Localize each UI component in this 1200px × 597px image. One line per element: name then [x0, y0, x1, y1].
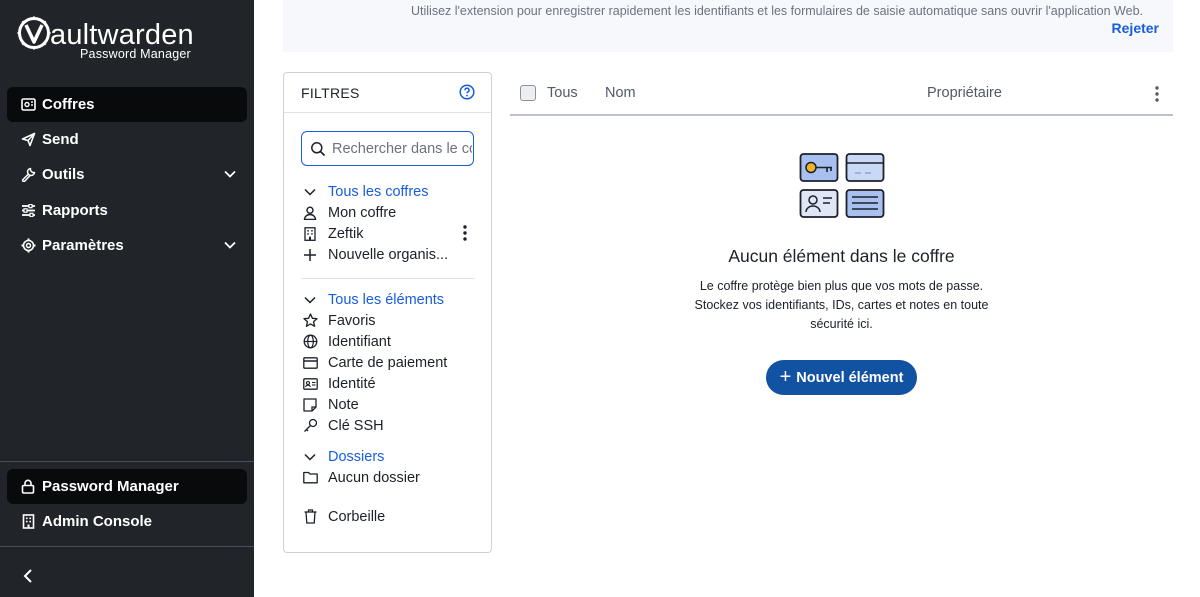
sidebar-divider: [0, 546, 254, 547]
filter-ssh-key[interactable]: Clé SSH: [302, 415, 384, 436]
filter-login[interactable]: Identifiant: [302, 331, 391, 352]
product-label: Admin Console: [42, 513, 153, 530]
extension-banner: Utilisez l'extension pour enregistrer ra…: [283, 0, 1173, 52]
nav-item-parametres[interactable]: Paramètres: [7, 228, 247, 263]
chevron-down-icon: [224, 241, 236, 249]
star-icon: [302, 313, 318, 329]
select-all-checkbox[interactable]: [520, 85, 536, 101]
nav-label: Rapports: [42, 202, 108, 219]
nav-label: Send: [42, 131, 79, 148]
filter-new-organization[interactable]: Nouvelle organis...: [302, 244, 448, 265]
banner-dismiss-button[interactable]: Rejeter: [1112, 20, 1159, 36]
product-admin-console[interactable]: Admin Console: [7, 504, 247, 539]
help-icon[interactable]: [459, 84, 475, 100]
filter-label: Tous les coffres: [328, 183, 429, 200]
nav-label: Paramètres: [42, 237, 124, 254]
empty-vault-illustration: [799, 153, 885, 218]
org-options-kebab-icon[interactable]: [461, 224, 469, 242]
sidebar-divider: [0, 461, 254, 462]
filter-label: Mon coffre: [328, 204, 397, 221]
empty-state-title: Aucun élément dans le coffre: [728, 246, 955, 266]
search-icon: [311, 141, 326, 156]
sticky-note-icon: [302, 397, 318, 413]
vault-icon: [20, 97, 36, 113]
filter-label: Tous les éléments: [328, 291, 445, 308]
key-icon: [302, 418, 318, 434]
new-item-label: Nouvel élément: [796, 369, 904, 386]
id-card-icon: [302, 376, 318, 392]
filter-label: Aucun dossier: [328, 469, 420, 486]
vault-table-header: Tous Nom Propriétaire: [510, 72, 1173, 116]
filter-label: Clé SSH: [328, 417, 384, 434]
filter-label: Identité: [328, 375, 376, 392]
filter-label: Favoris: [328, 312, 376, 329]
filter-folders[interactable]: Dossiers: [302, 446, 384, 467]
filter-label: Corbeille: [328, 508, 386, 525]
filter-label: Carte de paiement: [328, 354, 448, 371]
send-icon: [20, 132, 36, 148]
product-password-manager[interactable]: Password Manager: [7, 469, 247, 504]
filter-my-vault[interactable]: Mon coffre: [302, 202, 396, 223]
table-options-kebab-icon[interactable]: [1153, 85, 1161, 103]
search-input[interactable]: [332, 140, 472, 157]
filters-title: FILTRES: [301, 84, 360, 101]
user-icon: [302, 205, 318, 221]
vaultwarden-logo-icon: [17, 16, 51, 50]
nav-item-coffres[interactable]: Coffres: [7, 87, 247, 122]
filter-org-zeftik[interactable]: Zeftik: [302, 223, 363, 244]
chevron-down-icon: [302, 184, 318, 200]
filters-panel: FILTRES Tous les coffres Mon coffre Zeft…: [283, 72, 492, 553]
nav-item-rapports[interactable]: Rapports: [7, 193, 247, 228]
gear-icon: [20, 238, 36, 254]
nav-label: Outils: [42, 166, 85, 183]
nav-item-outils[interactable]: Outils: [7, 157, 247, 192]
wrench-icon: [20, 167, 36, 183]
empty-state-description: Le coffre protège bien plus que vos mots…: [694, 279, 989, 331]
filter-all-items[interactable]: Tous les éléments: [302, 289, 444, 310]
chevron-down-icon: [224, 170, 236, 178]
chevron-down-icon: [302, 449, 318, 465]
folder-icon: [302, 470, 318, 486]
filter-no-folder[interactable]: Aucun dossier: [302, 467, 420, 488]
filter-favorites[interactable]: Favoris: [302, 310, 376, 331]
filter-label: Nouvelle organis...: [328, 246, 449, 263]
plus-icon: +: [779, 365, 792, 388]
filter-identity[interactable]: Identité: [302, 373, 376, 394]
globe-icon: [302, 334, 318, 350]
lock-icon: [20, 479, 36, 495]
credit-card-icon: [302, 355, 318, 371]
filters-header: FILTRES: [284, 73, 491, 113]
sliders-icon: [20, 203, 36, 219]
logo-subtitle: Password Manager: [80, 47, 191, 61]
filter-label: Note: [328, 396, 359, 413]
chevron-down-icon: [302, 292, 318, 308]
column-name[interactable]: Nom: [605, 85, 636, 101]
trash-icon: [302, 509, 318, 525]
filter-label: Dossiers: [328, 448, 385, 465]
new-item-button[interactable]: + Nouvel élément: [766, 360, 917, 395]
product-label: Password Manager: [42, 478, 179, 495]
nav-item-send[interactable]: Send: [7, 122, 247, 157]
building-icon: [302, 226, 318, 242]
search-field[interactable]: [301, 131, 474, 166]
column-owner[interactable]: Propriétaire: [927, 85, 1002, 101]
building-icon: [20, 514, 36, 530]
banner-text: Utilisez l'extension pour enregistrer ra…: [411, 4, 1143, 18]
filter-all-vaults[interactable]: Tous les coffres: [302, 181, 428, 202]
filter-divider: [302, 278, 474, 279]
filter-label: Identifiant: [328, 333, 391, 350]
select-all-label[interactable]: Tous: [547, 85, 578, 101]
plus-icon: [302, 247, 318, 263]
vaultwarden-logo[interactable]: aultwarden Password Manager: [17, 16, 217, 64]
filter-card[interactable]: Carte de paiement: [302, 352, 447, 373]
filter-trash[interactable]: Corbeille: [302, 506, 385, 527]
sidebar: aultwarden Password Manager Coffres Send…: [0, 0, 254, 597]
filter-note[interactable]: Note: [302, 394, 359, 415]
nav-label: Coffres: [42, 96, 95, 113]
filter-label: Zeftik: [328, 225, 364, 242]
collapse-sidebar-icon[interactable]: [18, 566, 38, 586]
